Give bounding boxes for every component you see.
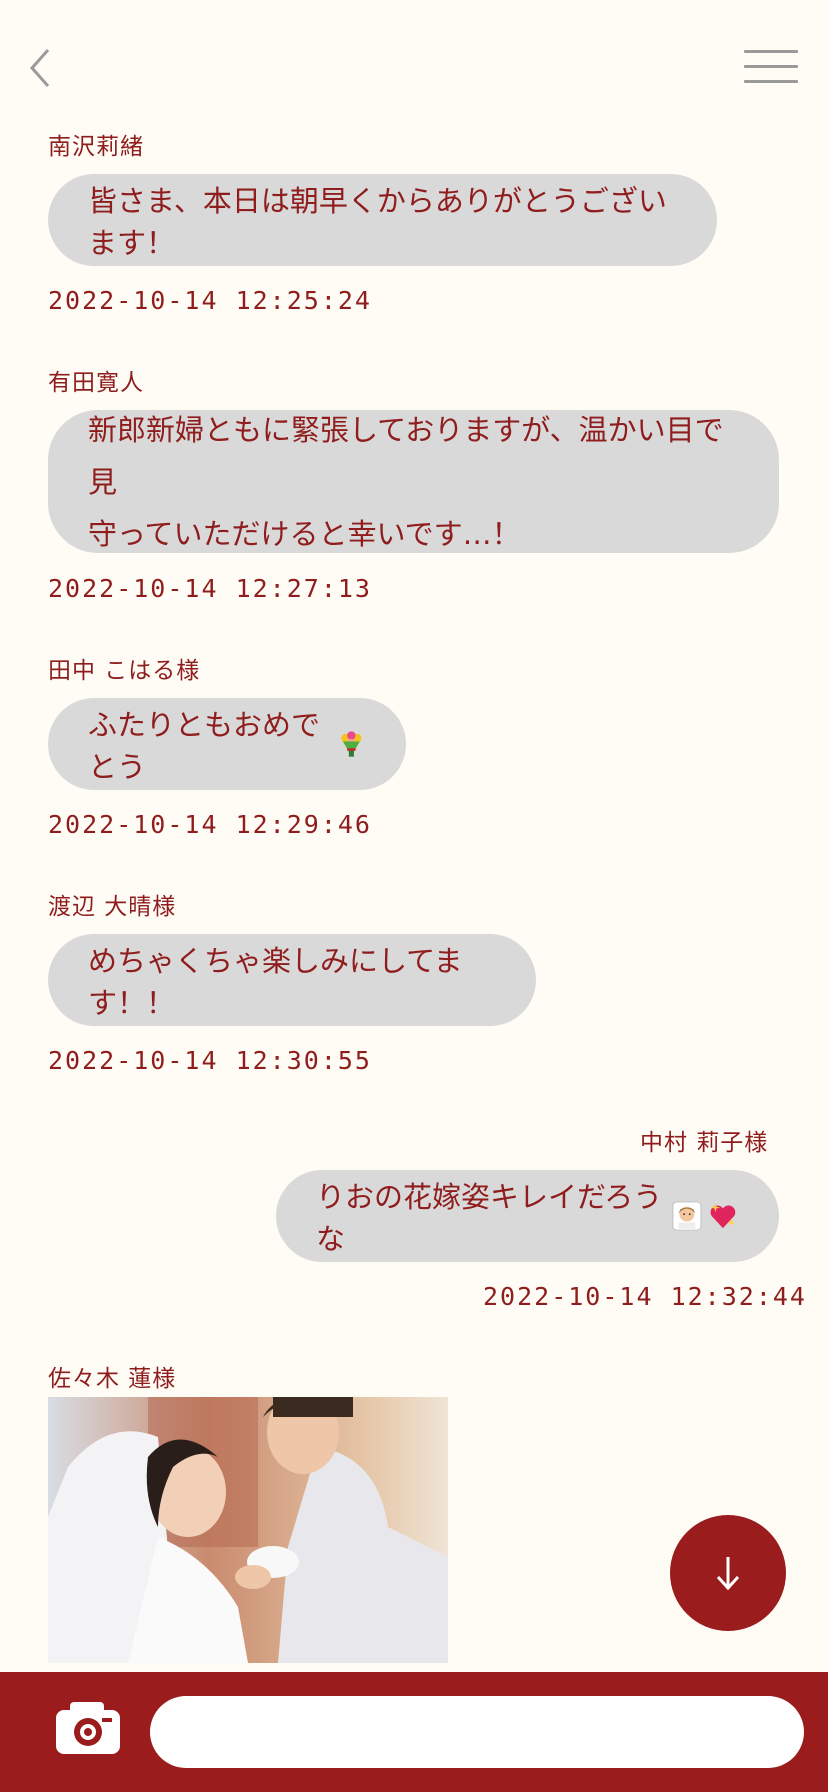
message-timestamp: 2022-10-14 12:32:44 bbox=[483, 1282, 807, 1311]
scroll-to-bottom-button[interactable] bbox=[670, 1515, 786, 1631]
message-input[interactable] bbox=[150, 1696, 804, 1768]
message-text: ふたりともおめでとう bbox=[88, 708, 321, 784]
camera-button[interactable] bbox=[54, 1700, 122, 1756]
message-timestamp: 2022-10-14 12:27:13 bbox=[48, 574, 372, 603]
message-bubble: ふたりともおめでとう bbox=[48, 698, 406, 790]
message-bubble: 新郎新婦ともに緊張しておりますが、温かい目で見 守っていただけると幸いです…！ bbox=[48, 410, 779, 553]
message-timestamp: 2022-10-14 12:29:46 bbox=[48, 810, 372, 839]
message-sender: 中村 莉子様 bbox=[640, 1130, 769, 1156]
message-text: りおの花嫁姿キレイだろうな bbox=[316, 1180, 663, 1256]
message-sender: 田中 こはる様 bbox=[48, 658, 201, 684]
message-composer bbox=[0, 1672, 828, 1792]
message-sender: 渡辺 大晴様 bbox=[48, 894, 177, 920]
arrow-down-icon bbox=[716, 1557, 740, 1591]
message-text-line: 守っていただけると幸いです…！ bbox=[88, 516, 521, 551]
message-text: めちゃくちゃ楽しみにしてます！！ bbox=[88, 944, 463, 1020]
message-sender: 佐々木 蓮様 bbox=[48, 1366, 177, 1392]
bride-with-veil-icon bbox=[672, 1201, 702, 1231]
message-bubble: めちゃくちゃ楽しみにしてます！！ bbox=[48, 934, 536, 1026]
message-sender: 南沢莉緒 bbox=[48, 134, 144, 160]
camera-icon bbox=[56, 1702, 120, 1754]
message-bubble: りおの花嫁姿キレイだろうな bbox=[276, 1170, 779, 1262]
chat-log[interactable]: 南沢莉緒 皆さま、本日は朝早くからありがとうございます！ 2022-10-14 … bbox=[0, 0, 828, 1672]
sparkling-heart-icon bbox=[710, 1202, 736, 1229]
bouquet-icon bbox=[341, 731, 362, 757]
message-sender: 有田寛人 bbox=[48, 370, 144, 396]
wedding-couple-photo[interactable] bbox=[48, 1397, 448, 1663]
message-bubble: 皆さま、本日は朝早くからありがとうございます！ bbox=[48, 174, 717, 266]
message-timestamp: 2022-10-14 12:30:55 bbox=[48, 1046, 372, 1075]
message-timestamp: 2022-10-14 12:25:24 bbox=[48, 286, 372, 315]
message-text-line: 新郎新婦ともに緊張しておりますが、温かい目で見 bbox=[88, 412, 724, 499]
message-text: 皆さま、本日は朝早くからありがとうございます！ bbox=[88, 184, 667, 260]
